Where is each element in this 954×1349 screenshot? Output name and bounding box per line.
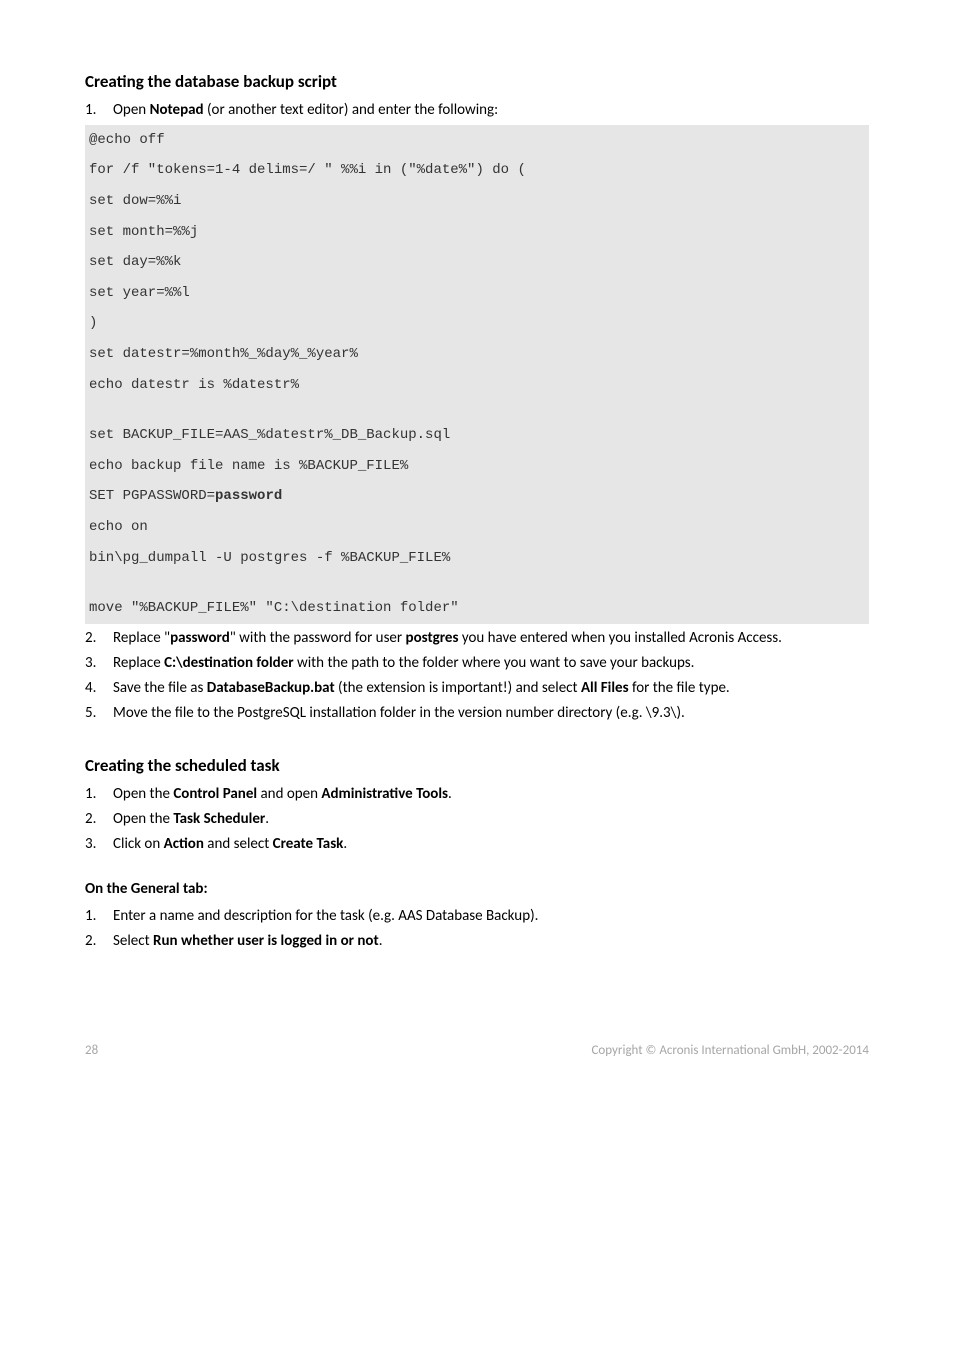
section-title-scheduled-task: Creating the scheduled task (85, 754, 869, 778)
step-number: 3. (85, 834, 113, 855)
step-text: Replace C:\destination folder with the p… (113, 653, 869, 674)
bold-notepad: Notepad (150, 101, 204, 119)
copyright-text: Copyright © Acronis International GmbH, … (591, 1042, 869, 1060)
subsection-title-general-tab: On the General tab: (85, 879, 869, 900)
text: for the file type. (629, 679, 730, 697)
bold-dest-folder: C:\destination folder (164, 654, 294, 672)
steps-list-3: 1. Enter a name and description for the … (85, 906, 869, 952)
code-line: set datestr=%month%_%day%_%year% (85, 339, 869, 370)
step-number: 2. (85, 809, 113, 830)
text: Replace (113, 654, 164, 672)
steps-list-2: 1. Open the Control Panel and open Admin… (85, 784, 869, 855)
text: Open (113, 101, 150, 119)
steps-list-1: 1. Open Notepad (or another text editor)… (85, 100, 869, 121)
code-line: move "%BACKUP_FILE%" "C:\destination fol… (85, 593, 869, 624)
list-item: 3. Click on Action and select Create Tas… (85, 834, 869, 855)
text: . (448, 785, 452, 803)
text: and open (257, 785, 321, 803)
code-line: for /f "tokens=1-4 delims=/ " %%i in ("%… (85, 155, 869, 186)
step-text: Click on Action and select Create Task. (113, 834, 869, 855)
text: Open the (113, 810, 173, 828)
bold-create-task: Create Task (273, 835, 344, 853)
bold-admin-tools: Administrative Tools (321, 785, 448, 803)
step-number: 2. (85, 931, 113, 952)
code-line: SET PGPASSWORD=password (85, 481, 869, 512)
code-line: echo backup file name is %BACKUP_FILE% (85, 451, 869, 482)
list-item: 1. Open the Control Panel and open Admin… (85, 784, 869, 805)
code-line: echo on (85, 512, 869, 543)
step-number: 3. (85, 653, 113, 674)
text: Enter a name and description for the tas… (113, 907, 538, 925)
code-line: set BACKUP_FILE=AAS_%datestr%_DB_Backup.… (85, 420, 869, 451)
code-gap (85, 400, 869, 420)
list-item: 1. Open Notepad (or another text editor)… (85, 100, 869, 121)
code-line: ) (85, 308, 869, 339)
text: Open the (113, 785, 173, 803)
text: . (265, 810, 269, 828)
text: . (343, 835, 347, 853)
bold-action: Action (164, 835, 204, 853)
bold-postgres: postgres (406, 629, 459, 647)
text: you have entered when you installed Acro… (458, 629, 781, 647)
step-number: 1. (85, 784, 113, 805)
step-text: Open Notepad (or another text editor) an… (113, 100, 869, 121)
bold-task-scheduler: Task Scheduler (173, 810, 265, 828)
bold-password: password (170, 629, 230, 647)
text: Select (113, 932, 153, 950)
code-line: bin\pg_dumpall -U postgres -f %BACKUP_FI… (85, 543, 869, 574)
section-title-backup-script: Creating the database backup script (85, 70, 869, 94)
text: and select (204, 835, 273, 853)
text: with the path to the folder where you wa… (294, 654, 695, 672)
list-item: 2. Open the Task Scheduler. (85, 809, 869, 830)
list-item: 3. Replace C:\destination folder with th… (85, 653, 869, 674)
step-text: Select Run whether user is logged in or … (113, 931, 869, 952)
bold-filename: DatabaseBackup.bat (207, 679, 335, 697)
bold-control-panel: Control Panel (173, 785, 257, 803)
code-line: set year=%%l (85, 278, 869, 309)
step-number: 5. (85, 703, 113, 724)
step-number: 1. (85, 906, 113, 927)
bold-run-whether: Run whether user is logged in or not (153, 932, 379, 950)
code-gap (85, 573, 869, 593)
code-line: set day=%%k (85, 247, 869, 278)
code-line: echo datestr is %datestr% (85, 370, 869, 401)
step-number: 2. (85, 628, 113, 649)
step-text: Open the Task Scheduler. (113, 809, 869, 830)
code-block-batch-script: @echo off for /f "tokens=1-4 delims=/ " … (85, 125, 869, 624)
step-text: Move the file to the PostgreSQL installa… (113, 703, 869, 724)
text: (the extension is important!) and select (335, 679, 581, 697)
text: Save the file as (113, 679, 207, 697)
text: . (379, 932, 383, 950)
steps-list-1-cont: 2. Replace "password" with the password … (85, 628, 869, 724)
bold-password: password (215, 488, 282, 504)
text: Click on (113, 835, 164, 853)
step-text: Enter a name and description for the tas… (113, 906, 869, 927)
code-line: set dow=%%i (85, 186, 869, 217)
step-number: 4. (85, 678, 113, 699)
page-footer: 28 Copyright © Acronis International Gmb… (85, 1042, 869, 1060)
step-text: Open the Control Panel and open Administ… (113, 784, 869, 805)
text: (or another text editor) and enter the f… (204, 101, 499, 119)
bold-all-files: All Files (581, 679, 629, 697)
list-item: 4. Save the file as DatabaseBackup.bat (… (85, 678, 869, 699)
step-number: 1. (85, 100, 113, 121)
step-text: Replace "password" with the password for… (113, 628, 869, 649)
list-item: 5. Move the file to the PostgreSQL insta… (85, 703, 869, 724)
code-line: @echo off (85, 125, 869, 156)
text: " with the password for user (230, 629, 406, 647)
list-item: 2. Select Run whether user is logged in … (85, 931, 869, 952)
page-number: 28 (85, 1042, 98, 1060)
step-text: Save the file as DatabaseBackup.bat (the… (113, 678, 869, 699)
text: Move the file to the PostgreSQL installa… (113, 704, 685, 722)
text: Replace " (113, 629, 170, 647)
list-item: 1. Enter a name and description for the … (85, 906, 869, 927)
list-item: 2. Replace "password" with the password … (85, 628, 869, 649)
code-line: set month=%%j (85, 217, 869, 248)
text: SET PGPASSWORD= (89, 488, 215, 504)
